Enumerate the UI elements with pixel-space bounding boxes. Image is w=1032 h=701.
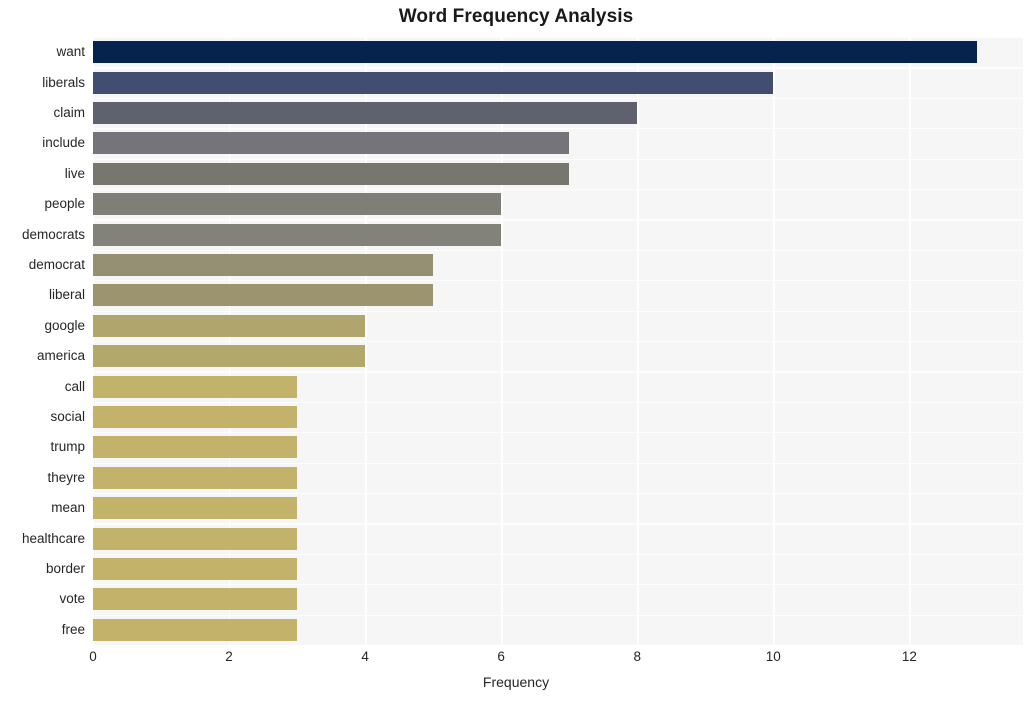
y-tick-label-trump: trump — [50, 439, 85, 455]
bar-democrats — [93, 223, 502, 246]
bar-healthcare — [93, 527, 298, 550]
y-tick-label-mean: mean — [51, 500, 85, 516]
x-tick-label-0: 0 — [89, 649, 97, 664]
y-tick-label-liberals: liberals — [42, 74, 85, 90]
y-gridline — [93, 158, 1023, 160]
bar-liberals — [93, 71, 774, 94]
x-tick-label-4: 4 — [361, 649, 369, 664]
y-gridline — [93, 341, 1023, 343]
y-tick-label-free: free — [61, 621, 85, 637]
y-gridline — [93, 493, 1023, 495]
bar-claim — [93, 102, 638, 124]
plot-area — [93, 37, 1023, 645]
bar-live — [93, 162, 570, 185]
y-gridline — [93, 401, 1023, 403]
y-tick-label-claim: claim — [53, 105, 85, 120]
x-tick-label-10: 10 — [765, 649, 781, 664]
bar-include — [93, 132, 570, 155]
y-tick-label-people: people — [44, 196, 85, 212]
y-gridline — [93, 523, 1023, 525]
y-tick-label-liberal: liberal — [48, 287, 85, 303]
x-tick-label-12: 12 — [901, 649, 917, 664]
y-gridline — [93, 553, 1023, 555]
y-tick-label-border: border — [45, 561, 85, 576]
bar-border — [93, 558, 298, 580]
y-tick-label-include: include — [42, 135, 85, 151]
y-gridline — [93, 462, 1023, 464]
bar-people — [93, 193, 502, 216]
chart-figure: Word Frequency Analysis want liberals clai… — [0, 0, 1032, 701]
y-gridline — [93, 219, 1023, 221]
x-tick-label-8: 8 — [633, 649, 642, 664]
y-gridline — [93, 432, 1023, 434]
x-axis-tick-labels: 0 2 4 6 8 10 12 — [0, 649, 1032, 671]
y-gridline — [93, 584, 1023, 586]
y-gridline — [93, 97, 1023, 99]
y-gridline — [93, 128, 1023, 130]
bar-america — [93, 345, 366, 368]
y-gridline — [93, 310, 1023, 312]
y-tick-label-vote: vote — [59, 591, 85, 607]
y-axis-tick-labels: want liberals claim include live people democr… — [0, 37, 85, 645]
y-tick-label-live: live — [64, 165, 85, 181]
bar-social — [93, 406, 298, 428]
bar-democrat — [93, 254, 434, 276]
y-tick-label-healthcare: healthcare — [21, 530, 85, 546]
x-tick-label-6: 6 — [497, 649, 505, 664]
y-tick-label-call: call — [64, 378, 85, 394]
y-tick-label-social: social — [50, 409, 85, 424]
y-tick-label-democrat: democrat — [28, 257, 85, 272]
bar-google — [93, 314, 366, 337]
y-gridline — [93, 37, 1023, 39]
y-tick-label-democrats: democrats — [21, 226, 85, 242]
y-gridline — [93, 67, 1023, 69]
bar-liberal — [93, 284, 434, 307]
bar-free — [93, 618, 298, 641]
y-tick-label-google: google — [44, 317, 85, 333]
x-tick-label-2: 2 — [225, 649, 233, 664]
y-gridline — [93, 371, 1023, 373]
bar-vote — [93, 588, 298, 611]
bar-trump — [93, 436, 298, 459]
y-gridline — [93, 249, 1023, 251]
bar-call — [93, 375, 298, 398]
y-tick-label-america: america — [36, 348, 85, 364]
bar-theyre — [93, 466, 298, 489]
y-tick-label-theyre: theyre — [47, 469, 85, 485]
bar-mean — [93, 497, 298, 520]
y-gridline — [93, 280, 1023, 282]
x-axis-title: Frequency — [482, 674, 550, 690]
y-gridline — [93, 614, 1023, 616]
bar-want — [93, 41, 978, 64]
y-gridline — [93, 189, 1023, 191]
chart-title: Word Frequency Analysis — [398, 6, 634, 27]
y-tick-label-want: want — [56, 44, 85, 60]
